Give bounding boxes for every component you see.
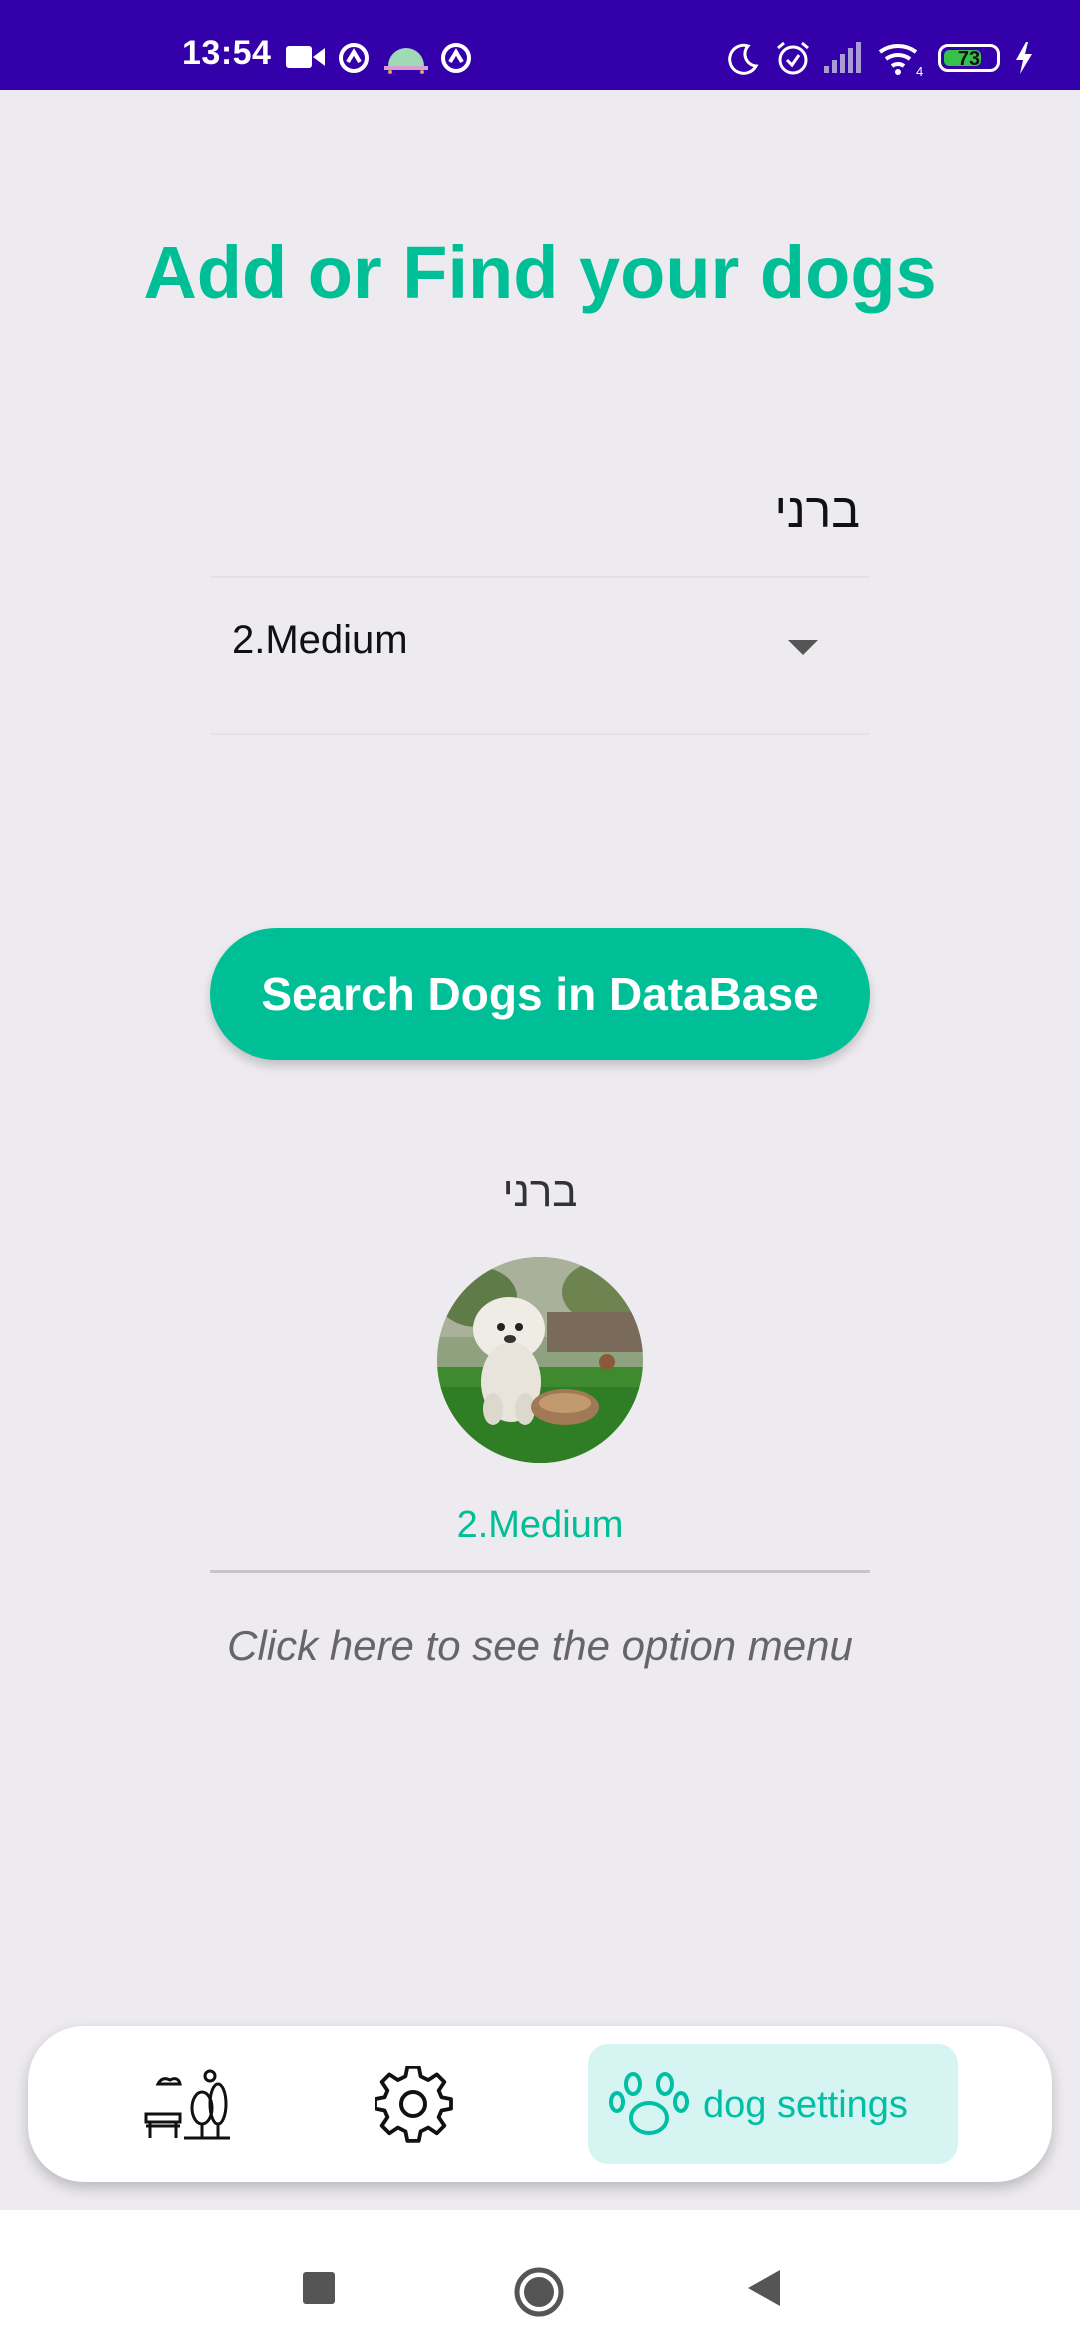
alarm-icon xyxy=(777,41,809,75)
battery-icon: 73 xyxy=(938,44,1000,72)
nav-item-label: dog settings xyxy=(703,2084,908,2126)
back-button[interactable] xyxy=(748,2270,780,2306)
battery-level: 73 xyxy=(957,48,981,70)
park-bench-icon xyxy=(144,2069,230,2140)
home-button[interactable] xyxy=(513,2266,565,2318)
charging-bolt-icon xyxy=(1016,42,1032,74)
svg-text:4: 4 xyxy=(916,64,923,78)
search-dogs-button[interactable]: Search Dogs in DataBase xyxy=(210,928,870,1060)
nav-item-park[interactable] xyxy=(144,2064,234,2149)
app-notification-icon xyxy=(441,43,471,73)
bottom-navigation: dog settings xyxy=(28,2026,1052,2182)
signal-icon xyxy=(824,42,861,73)
divider xyxy=(210,1570,870,1573)
wifi-icon: 4 xyxy=(878,44,923,78)
nav-item-dog-settings[interactable]: dog settings xyxy=(588,2044,958,2164)
nav-item-settings[interactable] xyxy=(373,2064,455,2151)
dog-photo-image xyxy=(437,1257,643,1463)
result-dog-size: 2.Medium xyxy=(456,1504,624,1546)
dog-size-dropdown[interactable]: 2.Medium xyxy=(210,578,870,735)
result-dog-name: ברני xyxy=(502,1168,578,1215)
dog-name-input[interactable]: ברני xyxy=(210,470,870,578)
gear-icon xyxy=(373,2064,453,2143)
dropdown-arrow-icon xyxy=(788,640,818,655)
dog-photo[interactable] xyxy=(437,1257,643,1463)
dog-size-selected: 2.Medium xyxy=(232,618,408,662)
paw-icon xyxy=(609,2072,689,2135)
android-icon xyxy=(384,48,428,74)
status-bar: 13:54 4 73 xyxy=(0,0,1080,90)
do-not-disturb-moon-icon xyxy=(728,43,759,75)
system-navigation-bar xyxy=(0,2210,1080,2340)
status-time: 13:54 xyxy=(182,34,272,72)
video-camera-icon xyxy=(286,46,325,68)
dog-name-value: ברני xyxy=(774,485,861,538)
app-notification-icon xyxy=(339,43,369,73)
option-menu-hint[interactable]: Click here to see the option menu xyxy=(0,1622,1080,1670)
page-title: Add or Find your dogs xyxy=(143,231,937,314)
recents-button[interactable] xyxy=(303,2272,335,2304)
